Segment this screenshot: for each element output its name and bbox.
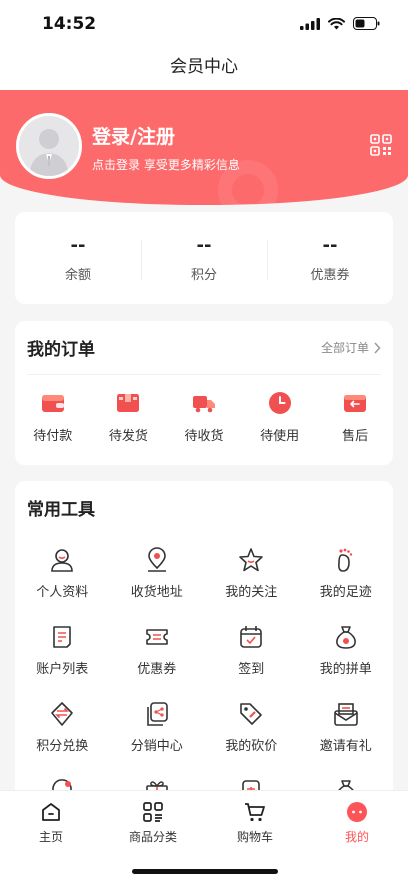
all-orders-label: 全部订单 [320,341,369,355]
cart-icon [245,803,265,822]
order-label: 售后 [342,429,369,444]
order-pending-use[interactable]: 待使用 [242,391,318,444]
tool-profile[interactable]: 个人资料 [15,547,110,600]
exchange-icon [51,702,74,726]
tool-label: 我的拼单 [319,662,372,677]
tool-label: 个人资料 [36,585,89,600]
tab-cart[interactable]: 购物车 [204,791,306,860]
tool-distribution[interactable]: 分销中心 [110,701,205,754]
home-indicator [132,869,278,874]
truck-icon [192,396,215,413]
tool-label: 签到 [238,662,265,677]
asset-label: 优惠券 [310,267,350,283]
tool-bargain[interactable]: 我的砍价 [204,701,299,754]
tab-category[interactable]: 商品分类 [102,791,204,860]
asset-value: -- [70,234,86,256]
orders-title: 我的订单 [27,340,95,360]
asset-label: 余额 [64,267,91,283]
coupon-icon [145,629,168,645]
tool-label: 账户列表 [36,662,89,677]
tab-home[interactable]: 主页 [0,791,102,860]
person-icon [51,549,74,572]
avatar[interactable] [16,113,82,179]
location-pin-icon [147,547,166,572]
tool-address[interactable]: 收货地址 [110,547,205,600]
asset-label: 积分 [190,267,217,283]
orders-header: 我的订单 全部订单 [27,321,381,375]
all-orders-link[interactable]: 全部订单 [321,339,381,356]
order-label: 待收货 [184,429,224,444]
nav-bar: 会员中心 [0,44,408,90]
order-pending-receipt[interactable]: 待收货 [166,391,242,444]
orders-card: 我的订单 全部订单 待付款 待发货 待收货 待使用 售后 [15,321,393,465]
status-icons [300,17,380,30]
tab-label: 我的 [344,830,369,844]
assets-card: -- 余额 -- 积分 -- 优惠券 [15,212,393,304]
status-bar: 14:52 [0,0,408,44]
asset-points[interactable]: -- 积分 [141,234,267,283]
document-icon [53,626,72,648]
wifi-icon [328,17,345,29]
tool-follow[interactable]: 我的关注 [204,547,299,600]
tool-checkin[interactable]: 签到 [204,624,299,677]
default-avatar-icon [19,116,79,176]
order-label: 待使用 [260,429,300,444]
money-bag-icon [335,626,356,649]
tool-group-buy[interactable]: 我的拼单 [299,624,394,677]
footprint-icon [337,548,352,572]
category-icon [143,802,163,822]
tool-points-exchange[interactable]: 积分兑换 [15,701,110,754]
tool-invite[interactable]: 邀请有礼 [299,701,394,754]
tool-label: 优惠券 [137,662,177,677]
tools-card: 常用工具 个人资料 收货地址 我的关注 我的足迹 账户列表 优惠券 签到 我的拼… [15,481,393,821]
asset-value: -- [196,234,212,256]
order-label: 待付款 [33,429,73,444]
tool-label: 我的足迹 [319,585,372,600]
tab-label: 商品分类 [128,830,177,844]
clock-icon [268,392,291,414]
order-label: 待发货 [108,429,148,444]
tool-label: 邀请有礼 [319,739,372,754]
page-title: 会员中心 [170,57,238,77]
tools-title: 常用工具 [27,500,95,520]
qr-code-icon[interactable] [370,134,392,156]
signal-icon [300,17,320,30]
order-status-row: 待付款 待发货 待收货 待使用 售后 [15,391,393,444]
login-register-link[interactable]: 登录/注册 [92,122,175,149]
tool-label: 收货地址 [130,585,183,600]
tool-label: 我的砍价 [225,739,278,754]
tab-label: 购物车 [236,830,273,844]
package-icon [117,394,140,412]
status-time: 14:52 [42,14,97,34]
chevron-right-icon [374,341,381,354]
tool-label: 积分兑换 [36,739,89,754]
asset-value: -- [322,234,338,256]
tools-grid: 个人资料 收货地址 我的关注 我的足迹 账户列表 优惠券 签到 我的拼单 积分兑… [15,547,393,821]
bottom-tab-bar: 主页 商品分类 购物车 我的 [0,790,408,860]
asset-coupons[interactable]: -- 优惠券 [267,234,393,283]
profile-icon [347,802,367,822]
envelope-icon [333,703,358,726]
tool-accounts[interactable]: 账户列表 [15,624,110,677]
price-tag-icon [240,703,263,725]
tool-label: 分销中心 [130,739,183,754]
tab-profile[interactable]: 我的 [306,791,408,860]
profile-header[interactable]: 登录/注册 点击登录 享受更多精彩信息 [0,90,408,205]
order-pending-shipment[interactable]: 待发货 [91,391,167,444]
return-icon [344,395,367,412]
asset-balance[interactable]: -- 余额 [15,234,141,283]
tab-label: 主页 [38,830,63,844]
tool-footprint[interactable]: 我的足迹 [299,547,394,600]
battery-icon [353,17,380,30]
calendar-check-icon [240,626,263,648]
tool-coupons[interactable]: 优惠券 [110,624,205,677]
wallet-icon [41,395,64,412]
tool-label: 我的关注 [225,585,278,600]
order-after-sales[interactable]: 售后 [317,391,393,444]
share-icon [146,702,168,726]
home-icon [42,803,60,821]
star-icon [239,548,264,572]
login-subtitle: 点击登录 享受更多精彩信息 [92,158,240,172]
order-pending-payment[interactable]: 待付款 [15,391,91,444]
